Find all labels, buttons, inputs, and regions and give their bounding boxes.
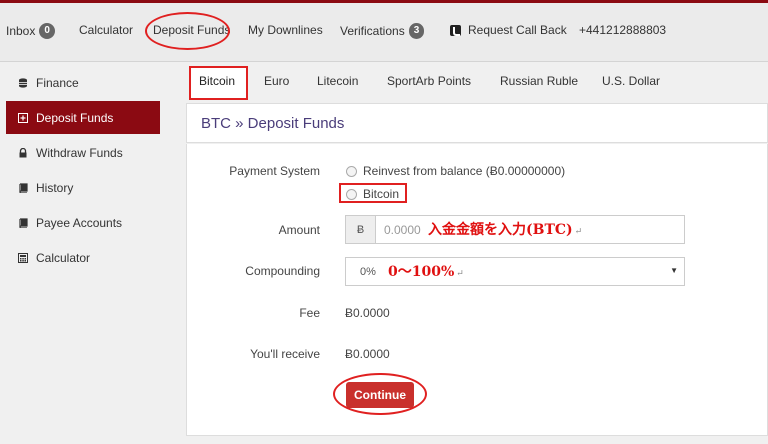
tab-sportarb-points[interactable]: SportArb Points bbox=[387, 74, 471, 88]
nav-calculator[interactable]: Calculator bbox=[79, 23, 133, 37]
nav-my-downlines[interactable]: My Downlines bbox=[248, 23, 323, 37]
book-icon bbox=[18, 217, 28, 229]
inbox-count-badge: 0 bbox=[39, 23, 55, 39]
lock-icon bbox=[18, 147, 28, 158]
radio-reinvest[interactable] bbox=[346, 165, 357, 177]
nav-request-call-back[interactable]: Request Call Back bbox=[450, 23, 567, 37]
page-title: BTC » Deposit Funds bbox=[201, 115, 345, 132]
continue-button[interactable]: Continue bbox=[346, 382, 414, 408]
plus-square-icon bbox=[18, 112, 28, 123]
fee-label: Fee bbox=[299, 306, 320, 320]
sidebar-item-calculator[interactable]: Calculator bbox=[6, 241, 160, 274]
caret-down-icon: ▼ bbox=[670, 266, 678, 275]
payment-system-label: Payment System bbox=[229, 164, 320, 178]
amount-label: Amount bbox=[278, 223, 320, 237]
nav-verifications-label: Verifications bbox=[340, 24, 405, 38]
sidebar-item-payee-accounts[interactable]: Payee Accounts bbox=[6, 206, 160, 239]
nav-request-call-back-label: Request Call Back bbox=[468, 23, 567, 37]
annotation-amount-text: 入金金額を入力(BTC) bbox=[428, 222, 573, 238]
calculator-icon bbox=[18, 252, 28, 263]
radio-reinvest-label: Reinvest from balance (Ƀ0.00000000) bbox=[363, 164, 566, 178]
annotation-box-bitcoin-radio bbox=[339, 183, 407, 203]
return-mark: ↵ bbox=[574, 227, 583, 237]
sidebar-item-deposit-funds[interactable]: Deposit Funds bbox=[6, 101, 160, 134]
sidebar: Finance Deposit Funds Withdraw Funds His… bbox=[0, 62, 176, 444]
nav-deposit-funds[interactable]: Deposit Funds bbox=[153, 23, 230, 37]
tab-bitcoin[interactable]: Bitcoin bbox=[199, 74, 235, 88]
sidebar-item-finance[interactable]: Finance bbox=[6, 66, 160, 99]
tab-euro[interactable]: Euro bbox=[264, 74, 289, 88]
deposit-form bbox=[186, 144, 768, 436]
currency-tabs: Bitcoin Euro Litecoin SportArb Points Ru… bbox=[186, 62, 768, 102]
compounding-value: 0% bbox=[360, 265, 376, 278]
nav-phone-number: +441212888803 bbox=[579, 23, 667, 37]
compounding-label: Compounding bbox=[245, 264, 320, 278]
sidebar-item-label: Calculator bbox=[36, 250, 91, 265]
nav-inbox-label: Inbox bbox=[6, 24, 36, 38]
sidebar-item-history[interactable]: History bbox=[6, 171, 160, 204]
annotation-compounding-text: 0～100% bbox=[388, 264, 455, 280]
sidebar-item-label: Finance bbox=[36, 75, 79, 90]
sidebar-item-label: Withdraw Funds bbox=[36, 145, 123, 160]
sidebar-item-label: History bbox=[36, 180, 74, 195]
annotation-compounding-note: 0～100% ↵ bbox=[388, 261, 464, 281]
return-mark: ↵ bbox=[456, 269, 464, 279]
tab-litecoin[interactable]: Litecoin bbox=[317, 74, 358, 88]
verifications-count-badge: 3 bbox=[408, 23, 425, 39]
top-navbar: Inbox 0 Calculator Deposit Funds My Down… bbox=[0, 0, 768, 62]
bitcoin-currency-addon: Ƀ bbox=[346, 216, 376, 243]
tab-us-dollar[interactable]: U.S. Dollar bbox=[602, 74, 660, 88]
card-header: BTC » Deposit Funds bbox=[186, 103, 768, 143]
phone-icon bbox=[450, 24, 461, 36]
book-icon bbox=[18, 182, 28, 194]
sidebar-item-withdraw-funds[interactable]: Withdraw Funds bbox=[6, 136, 160, 169]
nav-verifications[interactable]: Verifications 3 bbox=[340, 23, 425, 39]
tab-russian-ruble[interactable]: Russian Ruble bbox=[500, 74, 578, 88]
radio-reinvest-option[interactable]: Reinvest from balance (Ƀ0.00000000) bbox=[346, 164, 565, 178]
sidebar-item-label: Payee Accounts bbox=[36, 215, 123, 230]
nav-inbox[interactable]: Inbox 0 bbox=[6, 23, 55, 39]
fee-value: Ƀ0.0000 bbox=[345, 306, 390, 320]
receive-label: You'll receive bbox=[250, 347, 320, 361]
annotation-amount-note: 入金金額を入力(BTC) ↵ bbox=[428, 219, 582, 239]
database-icon bbox=[18, 77, 28, 88]
sidebar-item-label: Deposit Funds bbox=[36, 110, 114, 125]
receive-value: Ƀ0.0000 bbox=[345, 347, 390, 361]
